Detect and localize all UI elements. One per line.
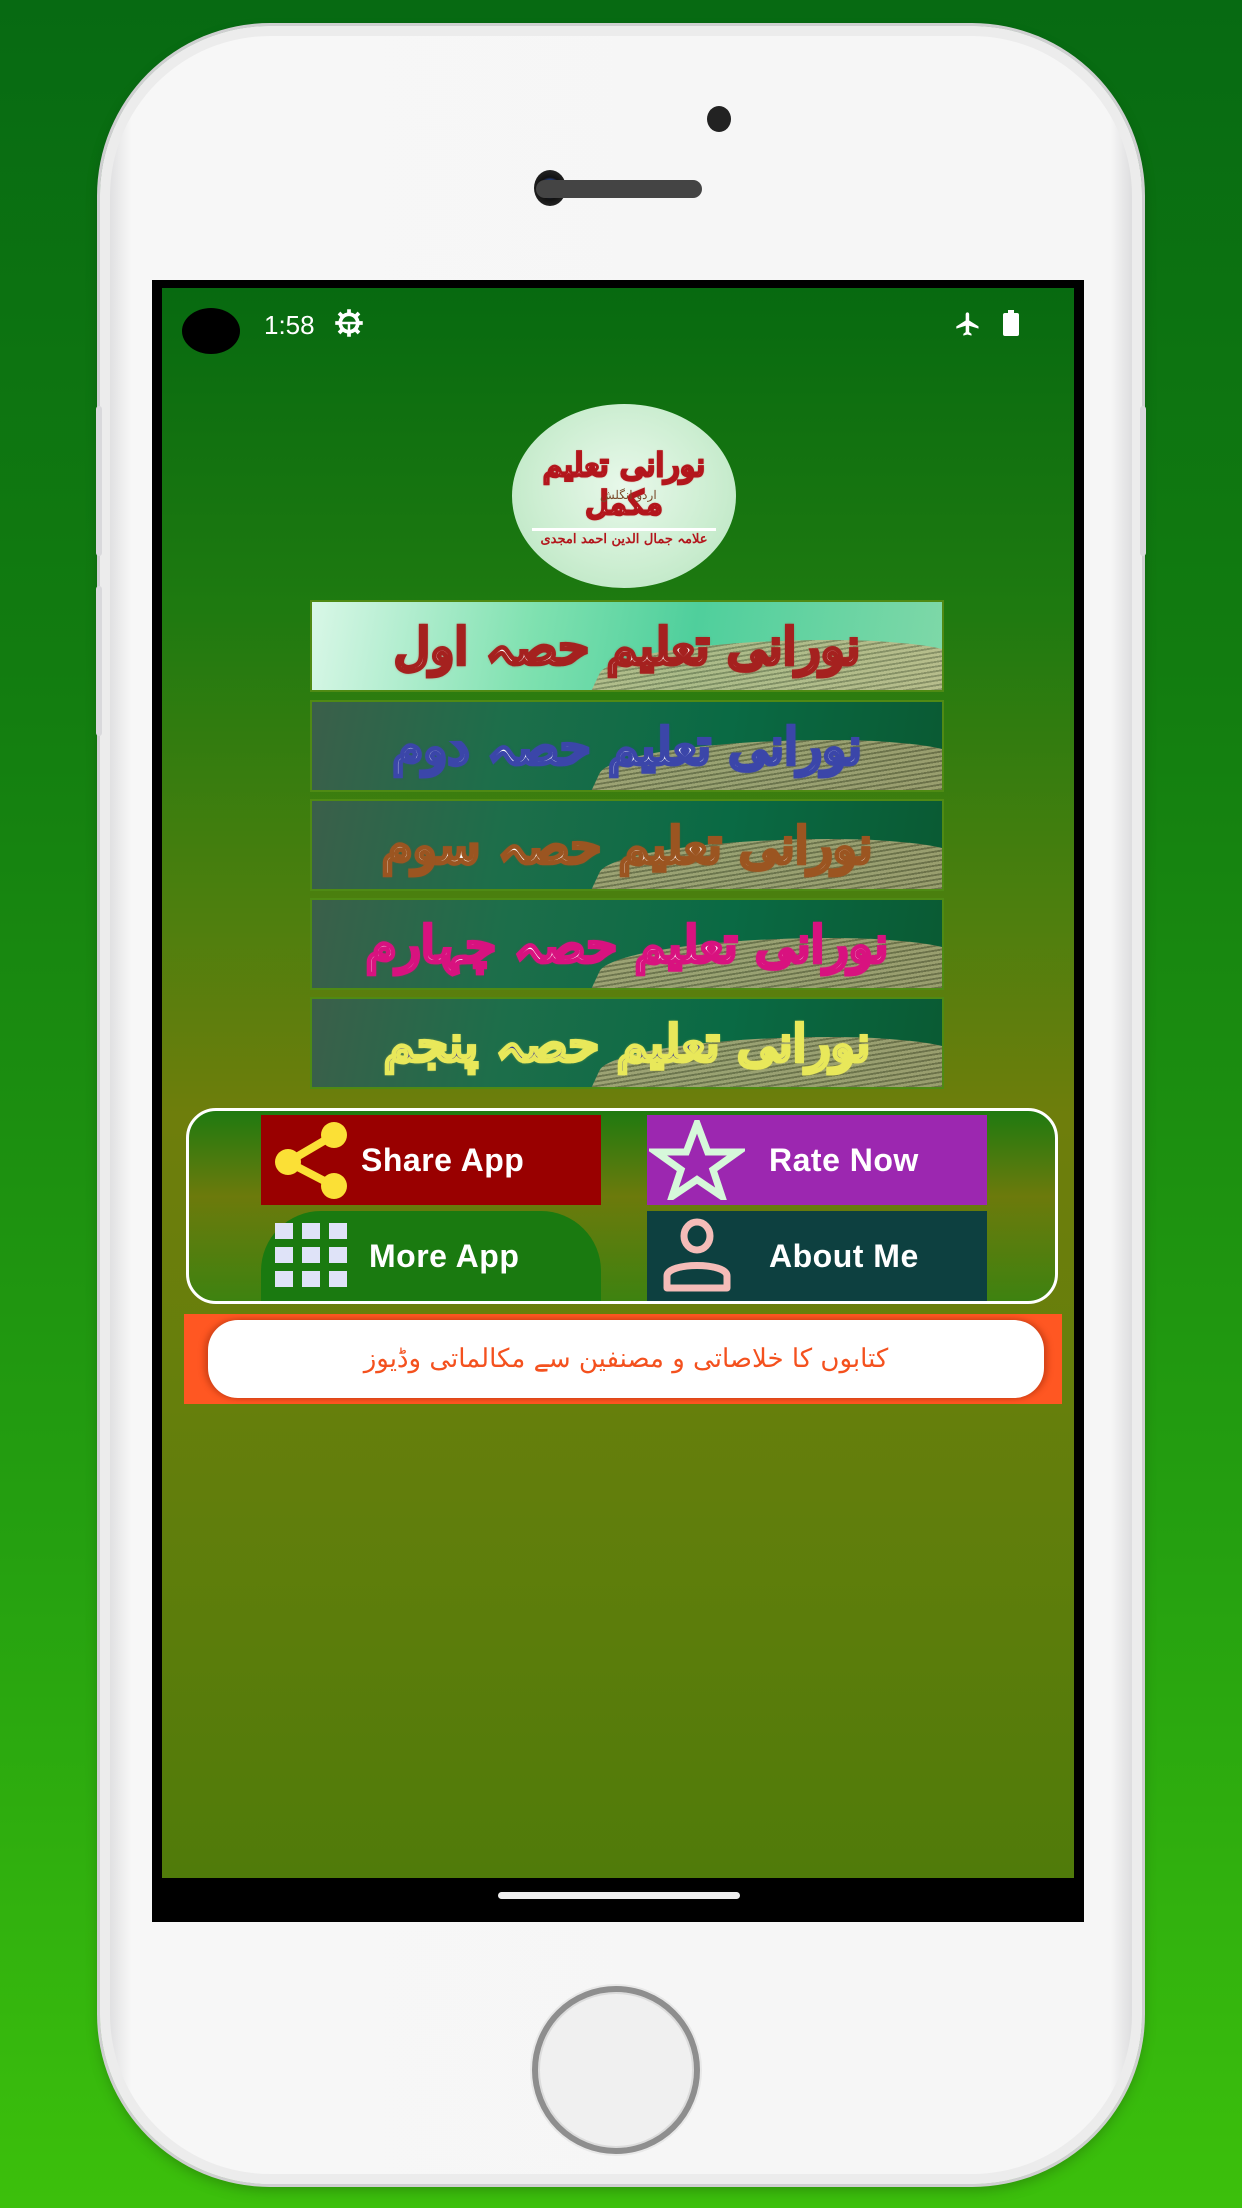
share-app-label: Share App [361,1141,525,1178]
about-me-button[interactable]: About Me [647,1211,987,1301]
more-app-label: More App [369,1237,520,1274]
app-screen: 1:58 نورانی تعلیم مکمل اردو انگلش علامہ … [162,288,1074,1878]
logo-subtitle: اردو انگلش [600,488,657,502]
person-icon [647,1211,747,1301]
banner-label: نورانی تعلیم حصہ پنجم [382,1012,871,1074]
phone-frame: 1:58 نورانی تعلیم مکمل اردو انگلش علامہ … [96,26,1146,2184]
logo-divider [532,528,716,531]
banner-label: نورانی تعلیم حصہ سوم [380,814,873,876]
more-app-button[interactable]: More App [261,1211,601,1301]
promo-banner: کتابوں کا خلاصاتی و مصنفین سے مکالماتی و… [184,1314,1062,1404]
status-time: 1:58 [264,310,315,340]
banner-label: نورانی تعلیم حصہ چہارم [364,913,889,975]
book-part-4-banner[interactable]: نورانی تعلیم حصہ چہارم [310,898,944,990]
promo-videos-link[interactable]: کتابوں کا خلاصاتی و مصنفین سے مکالماتی و… [208,1320,1044,1398]
share-icon [261,1115,361,1205]
book-part-2-banner[interactable]: نورانی تعلیم حصہ دوم [310,700,944,792]
status-bar: 1:58 [162,288,1074,354]
logo-title: نورانی تعلیم مکمل [542,445,706,523]
volume-button [96,406,102,556]
book-part-1-banner[interactable]: نورانی تعلیم حصہ اول [310,600,944,692]
logo-author: علامہ جمال الدین احمد امجدی [540,532,708,547]
app-logo: نورانی تعلیم مکمل اردو انگلش علامہ جمال … [512,404,736,588]
camera-cutout [182,308,240,354]
earpiece-speaker-grille [536,180,702,198]
hardware-home-button[interactable] [532,1986,700,2154]
book-part-5-banner[interactable]: نورانی تعلیم حصہ پنجم [310,997,944,1089]
book-part-3-banner[interactable]: نورانی تعلیم حصہ سوم [310,799,944,891]
banner-label: نورانی تعلیم حصہ دوم [391,715,862,777]
volume-button [96,586,102,736]
banner-label: نورانی تعلیم حصہ اول [392,615,861,677]
action-buttons-panel: Share App Rate Now More App About Me [186,1108,1058,1304]
about-me-label: About Me [769,1237,919,1274]
settings-gear-icon [335,309,363,337]
proximity-sensor [707,106,731,132]
rate-now-button[interactable]: Rate Now [647,1115,987,1205]
power-button [1140,406,1146,556]
airplane-mode-icon [956,312,979,336]
star-icon [647,1115,747,1205]
grid-icon [261,1211,361,1301]
navigation-bar [162,1878,1074,1922]
rate-now-label: Rate Now [769,1141,919,1178]
battery-icon [1003,310,1019,336]
share-app-button[interactable]: Share App [261,1115,601,1205]
home-indicator[interactable] [498,1892,740,1899]
